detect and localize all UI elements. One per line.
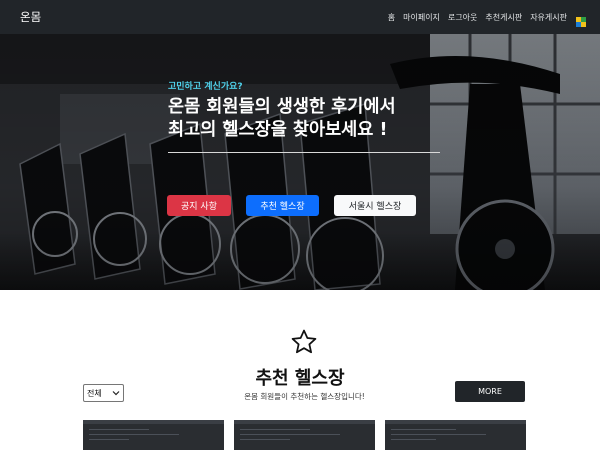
hero-title-line1: 온몸 회원들의 생생한 후기에서 — [168, 97, 396, 117]
nav-links: 홈 마이페이지 로그아웃 추천게시판 자유게시판 — [380, 12, 586, 27]
gym-card[interactable] — [385, 420, 526, 450]
gym-card[interactable] — [83, 420, 224, 450]
navbar: 온몸 홈 마이페이지 로그아웃 추천게시판 자유게시판 — [0, 0, 600, 34]
seoul-gym-button[interactable]: 서울시 헬스장 — [334, 195, 416, 216]
card-image-header — [385, 420, 526, 424]
star-outline-icon — [290, 328, 318, 360]
nav-link-mypage[interactable]: 마이페이지 — [403, 12, 440, 23]
hero-divider — [168, 152, 440, 153]
filter-selected-value: 전체 — [87, 388, 102, 398]
card-image-header — [83, 420, 224, 424]
more-button[interactable]: MORE — [455, 381, 525, 402]
nav-link-free-board[interactable]: 자유게시판 — [530, 12, 567, 23]
hero-overlay — [0, 34, 600, 290]
hero-subtitle: 고민하고 계신가요? — [168, 82, 243, 92]
hero-title: 온몸 회원들의 생생한 후기에서 최고의 헬스장을 찾아보세요 ! — [168, 96, 468, 142]
notice-button[interactable]: 공지 사항 — [167, 195, 231, 216]
nav-link-logout[interactable]: 로그아웃 — [448, 12, 477, 23]
recommend-gym-button[interactable]: 추천 헬스장 — [246, 195, 319, 216]
brand-logo[interactable]: 온몸 — [20, 9, 41, 25]
nav-link-home[interactable]: 홈 — [388, 12, 395, 23]
flag-icon[interactable] — [576, 12, 586, 27]
card-image-header — [234, 420, 375, 424]
hero-title-line2: 최고의 헬스장을 찾아보세요 ! — [168, 120, 388, 140]
chevron-down-icon — [112, 389, 120, 399]
region-filter-select[interactable]: 전체 — [83, 384, 124, 402]
gym-card[interactable] — [234, 420, 375, 450]
nav-link-recommend-board[interactable]: 추천게시판 — [485, 12, 522, 23]
hero-banner: 고민하고 계신가요? 온몸 회원들의 생생한 후기에서 최고의 헬스장을 찾아보… — [0, 34, 600, 290]
